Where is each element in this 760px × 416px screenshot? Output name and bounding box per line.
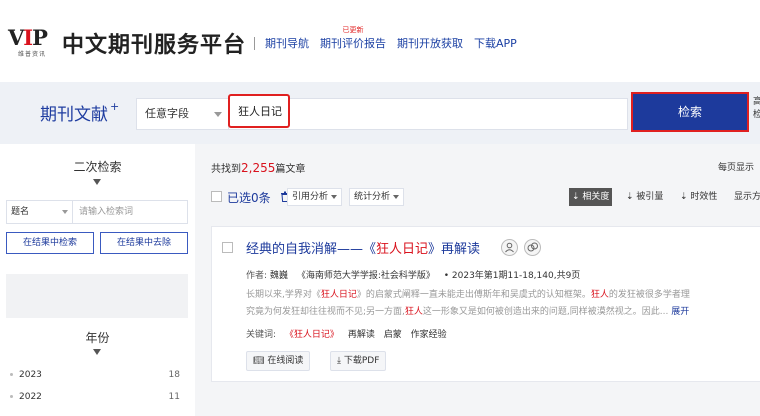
statistics-dropdown[interactable]: 统计分析 [349, 188, 405, 206]
results-panel: 共找到2,255篇文章 每页显示 已选0条 引用分析 统计分析 ⇣ 相关度 ⇣ … [195, 144, 760, 416]
citation-analysis-dropdown[interactable]: 引用分析 [287, 188, 343, 206]
filter-placeholder-panel [6, 274, 188, 318]
secondary-search-field: 题名 请输入检索词 [6, 200, 188, 224]
sort-citations[interactable]: ⇣ 被引量 [623, 188, 666, 206]
result-checkbox[interactable] [222, 242, 233, 253]
nav-download-app[interactable]: 下载APP [474, 35, 517, 51]
expand-abstract-link[interactable]: 展开 [668, 307, 689, 317]
result-keywords: 关键词: 《狂人日记》 再解读 启蒙 作家经验 [246, 330, 447, 340]
search-area: 期刊文献+ 任意字段 检索 高 检 [0, 82, 760, 144]
keyword-link[interactable]: 作家经验 [411, 330, 447, 340]
results-total: 2,255 [241, 161, 276, 175]
updated-badge: 已更新 [342, 26, 364, 34]
sort-timeliness[interactable]: ⇣ 时效性 [677, 188, 720, 206]
keyword-link[interactable]: 《狂人日记》 [285, 330, 339, 340]
journal-link[interactable]: 《海南师范大学学报:社会科学版》 [297, 271, 435, 281]
year-filter-title: 年份 [85, 331, 110, 345]
logo-subtitle: 维普资讯 [17, 51, 46, 58]
read-online-button[interactable]: 📖︎ 在线阅读 [246, 351, 311, 371]
advanced-search-link[interactable]: 高 检 [753, 96, 760, 122]
triangle-down-icon [93, 179, 101, 185]
top-header: VIP 维普资讯 中文期刊服务平台 期刊导航 已更新 期刊评价报告 期刊开放获取 … [0, 0, 760, 82]
user-icon[interactable] [501, 239, 518, 256]
year-filter-item[interactable]: 2022 11 [10, 392, 182, 402]
bullet-icon [10, 373, 13, 376]
selected-count[interactable]: 已选0条 [227, 189, 271, 206]
select-all-checkbox[interactable] [211, 191, 222, 202]
chevron-down-icon [214, 112, 222, 117]
secondary-search-input[interactable]: 请输入检索词 [79, 201, 133, 223]
logo-mark: VIP [8, 25, 48, 50]
search-button[interactable]: 检索 [631, 92, 749, 132]
display-mode-option[interactable]: 显示方 [731, 188, 760, 206]
nav-journal-evaluation[interactable]: 已更新 期刊评价报告 [320, 26, 386, 51]
result-title-link[interactable]: 经典的自我消解——《狂人日记》再解读 [246, 238, 480, 257]
bullet-icon [10, 395, 13, 398]
issue-info: • 2023年第1期11-18,140,共9页 [443, 271, 581, 281]
secondary-search-title: 二次检索 [73, 160, 122, 174]
nav-journal-navigation[interactable]: 期刊导航 [265, 35, 309, 51]
share-icon[interactable] [524, 239, 541, 256]
per-page-label[interactable]: 每页显示 [718, 160, 754, 173]
download-pdf-button[interactable]: ⤓ 下载PDF [330, 351, 387, 371]
search-in-results-button[interactable]: 在结果中检索 [6, 232, 94, 254]
chevron-down-icon [331, 194, 338, 199]
result-abstract: 长期以来,学界对《狂人日记》的启蒙式阐释一直未能走出傅斯年和吴虞式的认知框架。狂… [246, 290, 690, 317]
exclude-from-results-button[interactable]: 在结果中去除 [100, 232, 188, 254]
section-label[interactable]: 期刊文献 + [40, 100, 119, 125]
triangle-down-icon [93, 349, 101, 355]
chevron-down-icon [62, 210, 68, 214]
keyword-link[interactable]: 再解读 [348, 330, 375, 340]
nav-divider [254, 36, 255, 50]
download-icon: ⤓ [337, 356, 341, 366]
search-input[interactable] [228, 94, 290, 128]
results-summary: 共找到2,255篇文章 [211, 161, 306, 175]
author-link[interactable]: 魏巍 [270, 271, 288, 281]
result-meta: 作者: 魏巍 《海南师范大学学报:社会科学版》 • 2023年第1期11-18,… [246, 271, 581, 281]
result-item: 经典的自我消解——《狂人日记》再解读 作者: 魏巍 《海南师范大学学报:社会科学… [211, 226, 760, 382]
filter-sidebar: 二次检索 题名 请输入检索词 在结果中检索 在结果中去除 年份 2023 18 … [0, 144, 195, 416]
year-filter-item[interactable]: 2023 18 [10, 370, 182, 380]
top-nav: 期刊导航 已更新 期刊评价报告 期刊开放获取 下载APP [254, 26, 528, 51]
search-field-select[interactable]: 任意字段 [136, 98, 228, 130]
secondary-field-select[interactable]: 题名 [7, 201, 73, 223]
keyword-link[interactable]: 启蒙 [384, 330, 402, 340]
sort-relevance[interactable]: ⇣ 相关度 [569, 188, 613, 206]
nav-open-access[interactable]: 期刊开放获取 [397, 35, 463, 51]
site-title[interactable]: 中文期刊服务平台 [62, 27, 246, 59]
results-toolbar: 已选0条 引用分析 统计分析 ⇣ 相关度 ⇣ 被引量 ⇣ 时效性 显示方 [211, 188, 760, 208]
vip-logo[interactable]: VIP 维普资讯 [8, 25, 56, 58]
book-icon: 📖︎ [253, 356, 265, 366]
chevron-down-icon [393, 194, 400, 199]
